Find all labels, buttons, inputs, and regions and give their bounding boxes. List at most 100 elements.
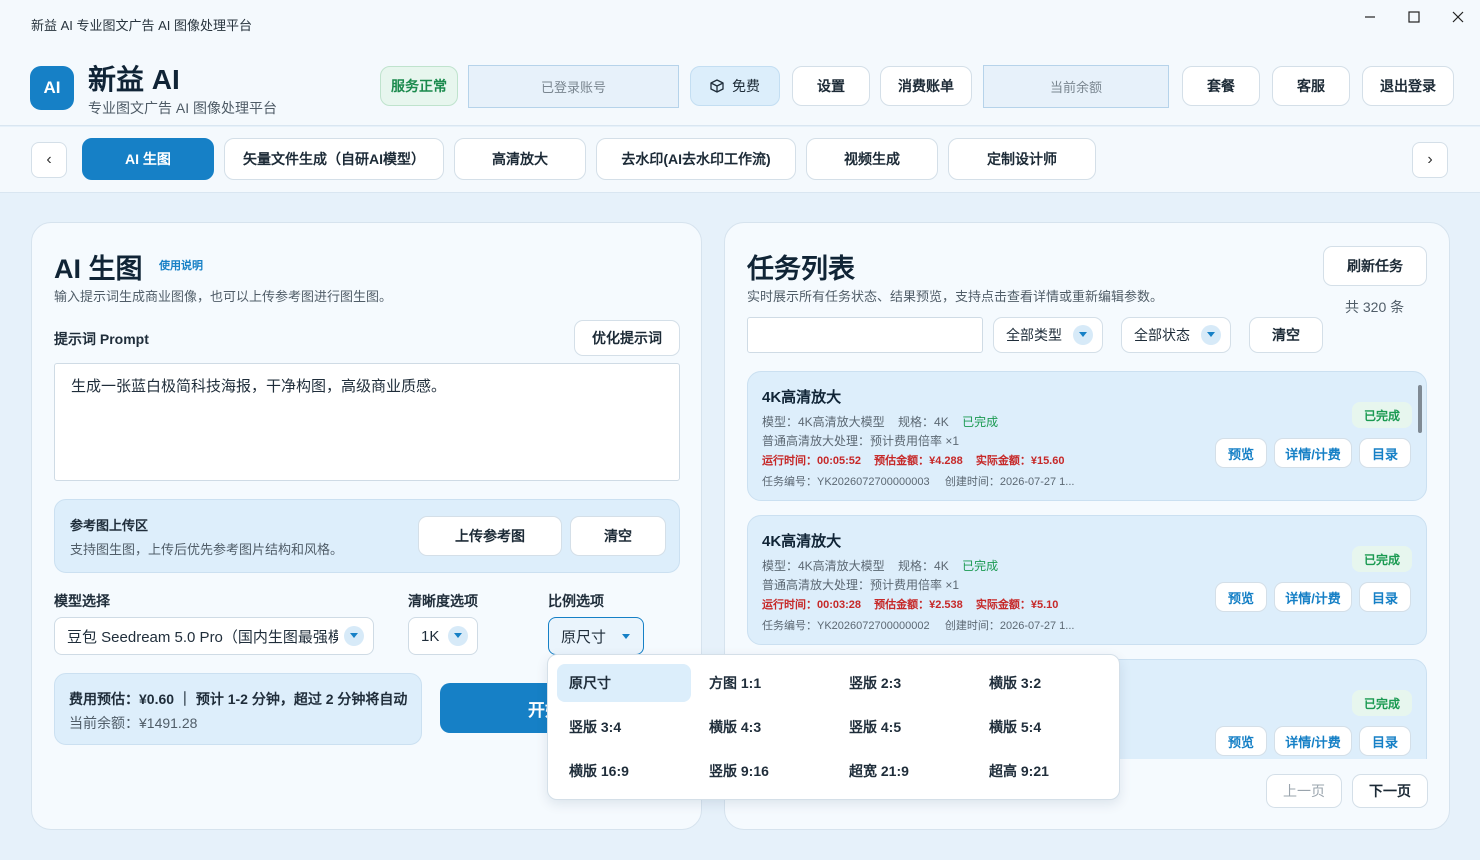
preview-button[interactable]: 预览 <box>1215 582 1267 612</box>
task-title: 4K高清放大 <box>762 533 842 550</box>
support-button[interactable]: 客服 <box>1272 66 1350 106</box>
tabs-next-button[interactable]: › <box>1412 142 1448 178</box>
task-created: 创建时间：2026-07-27 1... <box>944 476 1075 488</box>
maximize-icon[interactable] <box>1401 8 1427 26</box>
upload-clear-button[interactable]: 清空 <box>570 516 666 556</box>
task-id-line: 任务编号：YK2026072700000003 创建时间：2026-07-27 … <box>762 473 1074 489</box>
bill-button[interactable]: 消费账单 <box>880 66 972 106</box>
ratio-option[interactable]: 超宽 21:9 <box>837 752 971 790</box>
box-icon <box>710 79 724 93</box>
free-button[interactable]: 免费 <box>690 66 780 106</box>
model-select[interactable]: 豆包 Seedream 5.0 Pro（国内生图最强模型） <box>54 617 374 655</box>
upload-reference-button[interactable]: 上传参考图 <box>418 516 562 556</box>
ratio-option[interactable]: 竖版 3:4 <box>557 708 691 746</box>
task-runtime: 运行时间：00:03:28 <box>762 599 862 611</box>
directory-button[interactable]: 目录 <box>1359 726 1411 756</box>
logout-button[interactable]: 退出登录 <box>1362 66 1454 106</box>
task-count: 共 320 条 <box>1345 299 1405 315</box>
account-field: 已登录账号 <box>468 65 679 108</box>
service-status-badge: 服务正常 <box>380 66 458 106</box>
app-header: AI 新益 AI 专业图文广告 AI 图像处理平台 服务正常 已登录账号 免费 … <box>0 46 1480 126</box>
help-link[interactable]: 使用说明 <box>159 257 203 273</box>
task-title: 4K高清放大 <box>762 389 842 406</box>
filter-clear-button[interactable]: 清空 <box>1249 317 1323 353</box>
app-logo: AI <box>30 66 74 110</box>
ratio-select[interactable]: 原尺寸 <box>548 617 644 655</box>
task-desc: 普通高清放大处理：预计费用倍率 ×1 <box>762 434 960 448</box>
task-id: 任务编号：YK2026072700000003 <box>762 476 930 488</box>
panel-title: AI 生图 <box>54 254 143 284</box>
tab-vector[interactable]: 矢量文件生成（自研AI模型） <box>224 138 444 180</box>
refresh-tasks-button[interactable]: 刷新任务 <box>1323 246 1427 286</box>
task-list-scrollbar[interactable] <box>1418 385 1422 433</box>
ratio-option[interactable]: 原尺寸 <box>557 664 691 702</box>
task-money: 运行时间：00:03:28 预估金额：¥2.538 实际金额：¥5.10 <box>762 596 1068 612</box>
close-icon[interactable] <box>1445 8 1471 26</box>
task-actual: 实际金额：¥15.60 <box>975 455 1065 467</box>
ratio-select-value: 原尺寸 <box>561 628 607 646</box>
plan-button[interactable]: 套餐 <box>1182 66 1260 106</box>
detail-billing-button[interactable]: 详情/计费 <box>1274 438 1352 468</box>
ratio-option[interactable]: 超高 9:21 <box>977 752 1111 790</box>
brand-name: 新益 AI <box>88 64 180 95</box>
ratio-option[interactable]: 横版 3:2 <box>977 664 1111 702</box>
task-meta: 模型：4K高清放大模型 规格：4K 已完成 <box>762 413 998 430</box>
tab-ai-image[interactable]: AI 生图 <box>82 138 214 180</box>
task-estimate: 预估金额：¥4.288 <box>874 455 963 467</box>
status-filter-select[interactable]: 全部状态 <box>1121 317 1231 353</box>
settings-button[interactable]: 设置 <box>792 66 870 106</box>
type-filter-value: 全部类型 <box>1006 327 1062 343</box>
ratio-option[interactable]: 横版 4:3 <box>697 708 831 746</box>
cost-estimate-box: 费用预估：¥0.60 ｜ 预计 1-2 分钟，超过 2 分钟将自动 当前余额：¥… <box>54 673 422 745</box>
task-card[interactable]: 4K高清放大 模型：4K高清放大模型 规格：4K 已完成 普通高清放大处理：预计… <box>747 371 1427 501</box>
task-list-desc: 实时展示所有任务状态、结果预览，支持点击查看详情或重新编辑参数。 <box>747 289 1164 304</box>
chevron-down-icon <box>621 628 631 645</box>
tab-watermark[interactable]: 去水印(AI去水印工作流) <box>596 138 796 180</box>
title-bar: 新益 AI 专业图文广告 AI 图像处理平台 <box>0 0 1480 46</box>
balance-field: 当前余额 <box>983 65 1169 108</box>
directory-button[interactable]: 目录 <box>1359 438 1411 468</box>
task-spec: 规格：4K <box>898 559 949 573</box>
task-card[interactable]: 4K高清放大 模型：4K高清放大模型 规格：4K 已完成 普通高清放大处理：预计… <box>747 515 1427 645</box>
task-actual: 实际金额：¥5.10 <box>975 599 1059 611</box>
tab-upscale[interactable]: 高清放大 <box>454 138 586 180</box>
tabs-prev-button[interactable]: ‹ <box>31 142 67 178</box>
task-status: 已完成 <box>962 415 999 429</box>
tab-designer[interactable]: 定制设计师 <box>948 138 1096 180</box>
minimize-icon[interactable] <box>1357 8 1383 26</box>
ratio-option[interactable]: 竖版 2:3 <box>837 664 971 702</box>
type-filter-select[interactable]: 全部类型 <box>993 317 1103 353</box>
ratio-option[interactable]: 横版 16:9 <box>557 752 691 790</box>
next-page-button[interactable]: 下一页 <box>1352 774 1428 808</box>
task-id-line: 任务编号：YK2026072700000002 创建时间：2026-07-27 … <box>762 617 1074 633</box>
ratio-option[interactable]: 方图 1:1 <box>697 664 831 702</box>
detail-billing-button[interactable]: 详情/计费 <box>1274 726 1352 756</box>
status-badge: 已完成 <box>1352 690 1412 716</box>
task-status: 已完成 <box>962 559 999 573</box>
quality-select[interactable]: 1K <box>408 617 478 655</box>
prev-page-button[interactable]: 上一页 <box>1266 774 1342 808</box>
task-created: 创建时间：2026-07-27 1... <box>944 620 1075 632</box>
chevron-down-icon <box>344 626 364 646</box>
chevron-down-icon <box>1201 325 1221 345</box>
task-meta: 模型：4K高清放大模型 规格：4K 已完成 <box>762 557 998 574</box>
upload-desc: 支持图生图，上传后优先参考图片结构和风格。 <box>70 542 344 557</box>
task-runtime: 运行时间：00:05:52 <box>762 455 862 467</box>
ratio-dropdown-menu: 原尺寸 方图 1:1 竖版 2:3 横版 3:2 竖版 3:4 横版 4:3 竖… <box>547 654 1120 800</box>
detail-billing-button[interactable]: 详情/计费 <box>1274 582 1352 612</box>
cost-estimate: 费用预估：¥0.60 ｜ 预计 1-2 分钟，超过 2 分钟将自动 <box>69 691 408 707</box>
task-desc: 普通高清放大处理：预计费用倍率 ×1 <box>762 578 960 592</box>
ratio-option[interactable]: 竖版 9:16 <box>697 752 831 790</box>
status-badge: 已完成 <box>1352 546 1412 572</box>
optimize-prompt-button[interactable]: 优化提示词 <box>574 320 680 356</box>
preview-button[interactable]: 预览 <box>1215 438 1267 468</box>
task-model: 模型：4K高清放大模型 <box>762 559 885 573</box>
ratio-option[interactable]: 横版 5:4 <box>977 708 1111 746</box>
preview-button[interactable]: 预览 <box>1215 726 1267 756</box>
panel-desc: 输入提示词生成商业图像，也可以上传参考图进行图生图。 <box>54 289 393 304</box>
ratio-option[interactable]: 竖版 4:5 <box>837 708 971 746</box>
prompt-textarea[interactable]: 生成一张蓝白极简科技海报，干净构图，高级商业质感。 <box>54 363 680 481</box>
task-search-input[interactable] <box>747 317 983 353</box>
directory-button[interactable]: 目录 <box>1359 582 1411 612</box>
tab-video[interactable]: 视频生成 <box>806 138 938 180</box>
